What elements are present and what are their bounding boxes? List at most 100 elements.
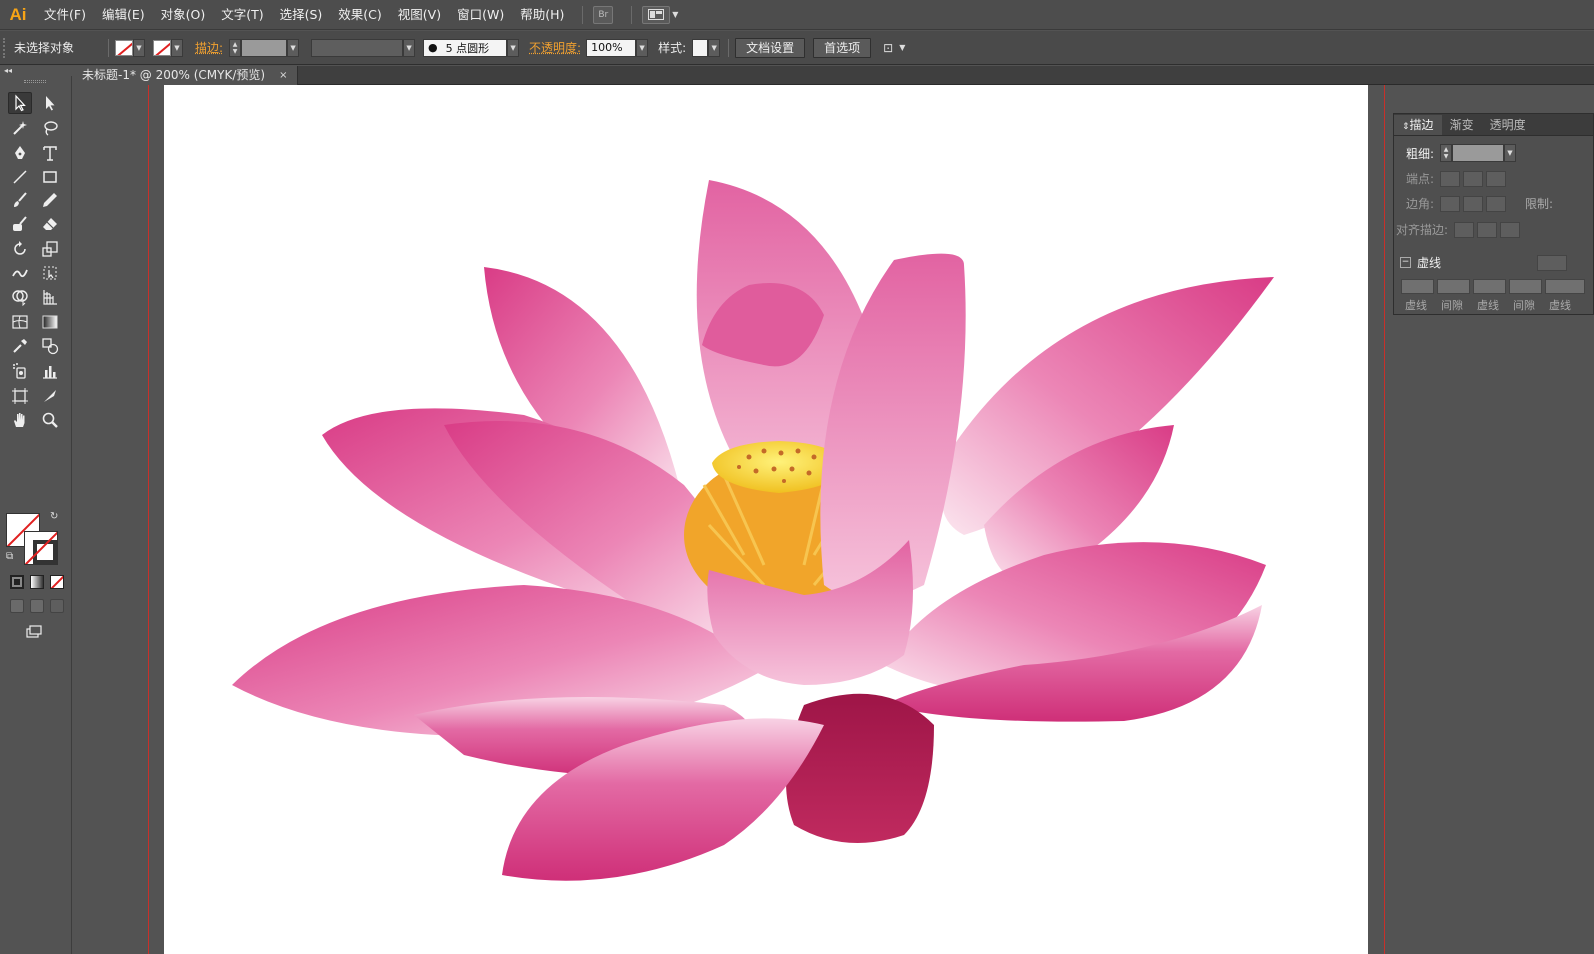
menu-select[interactable]: 选择(S) bbox=[272, 0, 331, 30]
tab-stroke[interactable]: ⇕描边 bbox=[1394, 115, 1442, 135]
zoom-tool[interactable] bbox=[38, 409, 62, 431]
draw-behind-button[interactable] bbox=[30, 599, 44, 613]
toolbox-collapse-icon[interactable]: ◂◂ bbox=[0, 66, 46, 76]
menu-edit[interactable]: 编辑(E) bbox=[94, 0, 153, 30]
mesh-tool[interactable] bbox=[8, 311, 32, 333]
dash-adjust-button[interactable] bbox=[1537, 254, 1568, 271]
panel-expand-icon[interactable]: ⇕ bbox=[1402, 122, 1410, 132]
blob-brush-tool[interactable] bbox=[8, 213, 32, 235]
panel-weight-stepper[interactable]: ▲ ▼ bbox=[1440, 144, 1452, 162]
warp-tool[interactable] bbox=[8, 262, 32, 284]
projecting-cap-button[interactable] bbox=[1486, 170, 1506, 187]
default-fill-stroke-icon[interactable]: ⧉ bbox=[6, 551, 13, 562]
miter-join-button[interactable] bbox=[1440, 195, 1460, 212]
arrange-documents-dropdown-icon[interactable]: ▼ bbox=[672, 10, 678, 19]
menu-view[interactable]: 视图(V) bbox=[390, 0, 449, 30]
bevel-join-button[interactable] bbox=[1486, 195, 1506, 212]
direct-selection-tool[interactable] bbox=[38, 92, 62, 114]
menu-object[interactable]: 对象(O) bbox=[153, 0, 214, 30]
draw-normal-button[interactable] bbox=[10, 599, 24, 613]
rectangle-tool[interactable] bbox=[38, 166, 62, 188]
toolbox-grip[interactable] bbox=[24, 80, 46, 83]
eraser-tool[interactable] bbox=[38, 213, 62, 235]
panel-weight-dropdown[interactable]: ▼ bbox=[1504, 144, 1516, 162]
rotate-tool[interactable] bbox=[8, 238, 32, 260]
panel-weight-field[interactable] bbox=[1452, 144, 1504, 162]
gradient-mode-button[interactable] bbox=[30, 575, 44, 589]
artboard[interactable] bbox=[164, 85, 1368, 954]
slice-tool[interactable] bbox=[38, 385, 62, 407]
opacity-dropdown[interactable]: ▼ bbox=[636, 38, 649, 57]
stroke-dropdown[interactable]: ▼ bbox=[171, 38, 183, 57]
column-graph-tool[interactable] bbox=[38, 360, 62, 382]
fill-dropdown[interactable]: ▼ bbox=[133, 38, 145, 57]
variable-width-dropdown[interactable]: ▼ bbox=[403, 38, 416, 57]
align-outside-button[interactable] bbox=[1500, 221, 1520, 238]
type-tool[interactable] bbox=[38, 142, 62, 164]
dash-field-3[interactable] bbox=[1545, 279, 1585, 294]
stroke-label[interactable]: 描边: bbox=[195, 39, 223, 56]
variable-width-profile[interactable] bbox=[311, 38, 404, 57]
free-transform-tool[interactable] bbox=[38, 262, 62, 284]
pencil-tool[interactable] bbox=[38, 189, 62, 211]
hand-tool[interactable] bbox=[8, 409, 32, 431]
document-tab[interactable]: 未标题-1* @ 200% (CMYK/预览) × bbox=[72, 66, 299, 85]
stroke-weight-stepper[interactable]: ▲ ▼ bbox=[229, 38, 242, 57]
document-setup-button[interactable]: 文档设置 bbox=[735, 37, 806, 58]
dash-field-1[interactable] bbox=[1401, 279, 1434, 294]
screen-mode-button[interactable] bbox=[22, 621, 46, 643]
stroke-weight-dropdown[interactable]: ▼ bbox=[287, 38, 300, 57]
canvas-area[interactable] bbox=[72, 85, 1594, 954]
line-tool[interactable] bbox=[8, 166, 32, 188]
perspective-grid-tool[interactable] bbox=[38, 286, 62, 308]
align-inside-button[interactable] bbox=[1477, 221, 1497, 238]
blend-tool[interactable] bbox=[38, 335, 62, 357]
gradient-tool[interactable] bbox=[38, 311, 62, 333]
preferences-button[interactable]: 首选项 bbox=[813, 37, 872, 58]
stroke-color-box[interactable] bbox=[24, 531, 58, 565]
tab-transparency[interactable]: 透明度 bbox=[1482, 115, 1534, 135]
align-options-dropdown-icon[interactable]: ▼ bbox=[899, 43, 905, 52]
arrange-documents-button[interactable] bbox=[642, 5, 671, 24]
artboard-tool[interactable] bbox=[8, 385, 32, 407]
tab-gradient[interactable]: 渐变 bbox=[1442, 115, 1482, 135]
draw-inside-button[interactable] bbox=[50, 599, 64, 613]
menu-file[interactable]: 文件(F) bbox=[36, 0, 94, 30]
none-mode-button[interactable] bbox=[50, 575, 64, 589]
scale-tool[interactable] bbox=[38, 238, 62, 260]
round-join-button[interactable] bbox=[1463, 195, 1483, 212]
align-center-button[interactable] bbox=[1454, 221, 1474, 238]
graphic-style-dropdown[interactable]: ▼ bbox=[708, 38, 721, 57]
lotus-flower-artwork[interactable] bbox=[164, 85, 1368, 954]
pen-tool[interactable] bbox=[8, 142, 32, 164]
gap-field-2[interactable] bbox=[1509, 279, 1542, 294]
shape-builder-tool[interactable] bbox=[8, 286, 32, 308]
selection-tool[interactable] bbox=[8, 92, 32, 114]
symbol-sprayer-tool[interactable] bbox=[8, 360, 32, 382]
color-mode-button[interactable] bbox=[10, 575, 24, 589]
control-bar-grip[interactable] bbox=[3, 37, 9, 58]
align-options-icon[interactable]: ⊡ bbox=[883, 41, 893, 55]
graphic-style-swatch[interactable] bbox=[692, 38, 709, 57]
menu-effect[interactable]: 效果(C) bbox=[330, 0, 389, 30]
menu-type[interactable]: 文字(T) bbox=[213, 0, 271, 30]
dash-field-2[interactable] bbox=[1473, 279, 1506, 294]
stroke-swatch[interactable] bbox=[153, 39, 171, 56]
stroke-weight-field[interactable] bbox=[241, 38, 288, 57]
brush-definition-dropdown[interactable]: ▼ bbox=[507, 38, 520, 57]
menu-help[interactable]: 帮助(H) bbox=[512, 0, 572, 30]
butt-cap-button[interactable] bbox=[1440, 170, 1460, 187]
gap-field-1[interactable] bbox=[1437, 279, 1470, 294]
round-cap-button[interactable] bbox=[1463, 170, 1483, 187]
bridge-button[interactable]: Br bbox=[593, 5, 614, 24]
brush-definition-field[interactable]: ● 5 点圆形 bbox=[423, 38, 508, 57]
lasso-tool[interactable] bbox=[38, 117, 62, 139]
paintbrush-tool[interactable] bbox=[8, 189, 32, 211]
dashed-line-checkbox[interactable]: − bbox=[1400, 257, 1411, 268]
magic-wand-tool[interactable] bbox=[8, 117, 32, 139]
close-icon[interactable]: × bbox=[279, 66, 287, 85]
swap-fill-stroke-icon[interactable]: ↻ bbox=[50, 511, 58, 522]
eyedropper-tool[interactable] bbox=[8, 335, 32, 357]
fill-swatch[interactable] bbox=[115, 39, 133, 56]
opacity-label[interactable]: 不透明度: bbox=[529, 39, 581, 56]
